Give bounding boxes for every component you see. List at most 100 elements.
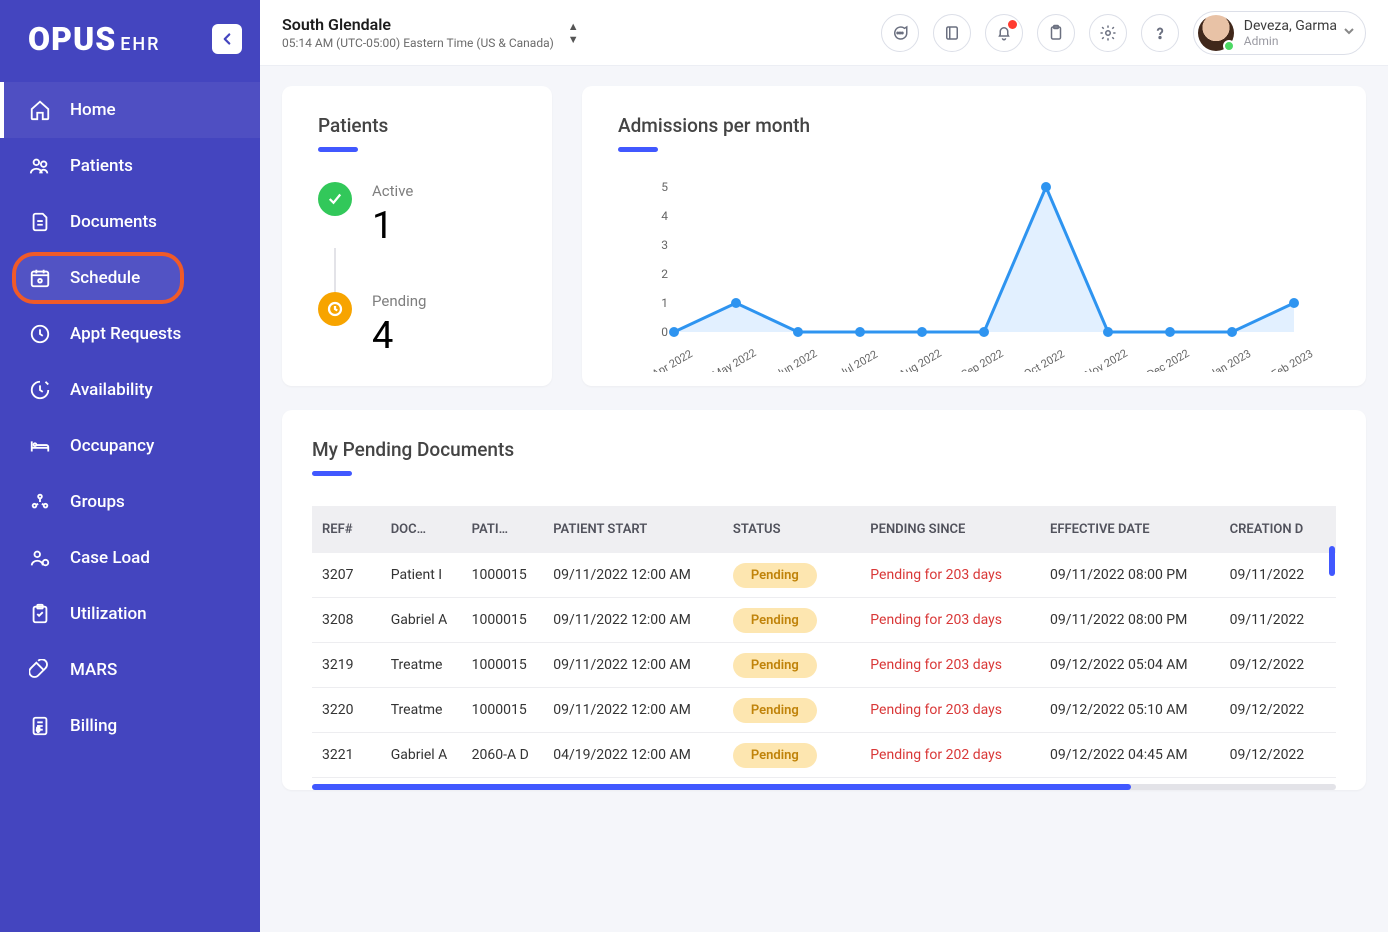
location-tz: 05:14 AM (UTC-05:00) Eastern Time (US & …: [282, 36, 554, 50]
nav-label: Occupancy: [70, 436, 154, 456]
cell-ref: 3207: [312, 553, 381, 598]
table-header[interactable]: EFFECTIVE DATE: [1040, 506, 1220, 553]
users-icon: [28, 154, 52, 178]
svg-text:3: 3: [661, 238, 668, 252]
table-row[interactable]: 3221Gabriel A2060-A D04/19/2022 12:00 AM…: [312, 733, 1336, 778]
location-name: South Glendale: [282, 15, 554, 34]
location-selector[interactable]: South Glendale 05:14 AM (UTC-05:00) East…: [282, 15, 579, 50]
cell-status: Pending: [723, 553, 860, 598]
pending-docs-table: REF#DOC…PATI…PATIENT STARTSTATUSPENDING …: [312, 506, 1336, 778]
sidebar-collapse-button[interactable]: [212, 24, 242, 54]
nav-label: Availability: [70, 380, 153, 400]
sidebar: OPUS EHR Home Patients Documents Schedul…: [0, 0, 260, 932]
profile-text: Deveza, Garma Admin: [1244, 19, 1337, 47]
cell-effective: 09/12/2022 05:04 AM: [1040, 643, 1220, 688]
table-row[interactable]: 3207Patient I100001509/11/2022 12:00 AMP…: [312, 553, 1336, 598]
table-header[interactable]: REF#: [312, 506, 381, 553]
clock-circle-icon: [318, 292, 352, 326]
table-header[interactable]: PATIENT START: [543, 506, 723, 553]
table-body: 3207Patient I100001509/11/2022 12:00 AMP…: [312, 553, 1336, 778]
nav-label: Appt Requests: [70, 324, 181, 344]
table-header[interactable]: STATUS: [723, 506, 860, 553]
cell-doc: Patient I: [381, 553, 462, 598]
svg-text:May 2022: May 2022: [710, 346, 758, 372]
svg-text:Dec 2022: Dec 2022: [1145, 347, 1192, 372]
nav-label: Patients: [70, 156, 133, 176]
table-row[interactable]: 3219Treatme100001509/11/2022 12:00 AMPen…: [312, 643, 1336, 688]
table-row[interactable]: 3220Treatme100001509/11/2022 12:00 AMPen…: [312, 688, 1336, 733]
user-role: Admin: [1244, 35, 1337, 47]
pending-stat: Pending 4: [318, 292, 516, 358]
nav: Home Patients Documents Schedule Appt Re…: [0, 72, 260, 754]
active-value: 1: [372, 204, 413, 248]
cell-doc: Treatme: [381, 688, 462, 733]
library-button[interactable]: [933, 14, 971, 52]
content: Patients Active 1 Pending 4: [260, 66, 1388, 810]
nav-availability[interactable]: Availability: [0, 362, 260, 418]
cell-effective: 09/12/2022 05:10 AM: [1040, 688, 1220, 733]
bed-icon: [28, 434, 52, 458]
gear-icon: [1099, 24, 1117, 42]
svg-text:2: 2: [661, 267, 668, 281]
tasks-button[interactable]: [1037, 14, 1075, 52]
admissions-chart: 012345Apr 2022May 2022Jun 2022Jul 2022Au…: [618, 182, 1330, 372]
book-icon: [943, 24, 961, 42]
check-circle-icon: [318, 182, 352, 216]
cell-status: Pending: [723, 598, 860, 643]
cell-start: 09/11/2022 12:00 AM: [543, 598, 723, 643]
table-header-row: REF#DOC…PATI…PATIENT STARTSTATUSPENDING …: [312, 506, 1336, 553]
nav-documents[interactable]: Documents: [0, 194, 260, 250]
horizontal-scrollbar-track[interactable]: [312, 784, 1336, 790]
nav-patients[interactable]: Patients: [0, 138, 260, 194]
chat-icon: [891, 24, 909, 42]
cell-since: Pending for 203 days: [860, 688, 1040, 733]
cell-patient: 1000015: [462, 598, 544, 643]
nav-schedule[interactable]: Schedule: [0, 250, 260, 306]
table-row[interactable]: 3208Gabriel A100001509/11/2022 12:00 AMP…: [312, 598, 1336, 643]
svg-text:Jul 2022: Jul 2022: [837, 348, 880, 372]
nav-billing[interactable]: $ Billing: [0, 698, 260, 754]
svg-text:Feb 2023: Feb 2023: [1269, 347, 1315, 372]
notifications-button[interactable]: [985, 14, 1023, 52]
table-header[interactable]: PENDING SINCE: [860, 506, 1040, 553]
home-icon: [28, 98, 52, 122]
dashboard-row: Patients Active 1 Pending 4: [282, 86, 1366, 386]
profile-menu[interactable]: Deveza, Garma Admin: [1193, 11, 1366, 55]
nav-home[interactable]: Home: [0, 82, 260, 138]
settings-button[interactable]: [1089, 14, 1127, 52]
question-icon: [1151, 24, 1169, 42]
location-text: South Glendale 05:14 AM (UTC-05:00) East…: [282, 15, 554, 50]
cell-patient: 1000015: [462, 643, 544, 688]
svg-text:1: 1: [661, 296, 668, 310]
nav-occupancy[interactable]: Occupancy: [0, 418, 260, 474]
clock-alt-icon: [28, 378, 52, 402]
cell-status: Pending: [723, 643, 860, 688]
user-list-icon: [28, 546, 52, 570]
documents-icon: [28, 210, 52, 234]
clipboard-icon: [1047, 24, 1065, 42]
user-name: Deveza, Garma: [1244, 19, 1337, 33]
logo-ehr: EHR: [120, 34, 160, 55]
horizontal-scrollbar-thumb[interactable]: [312, 784, 1131, 790]
cell-patient: 2060-A D: [462, 733, 544, 778]
vertical-scrollbar[interactable]: [1329, 546, 1335, 576]
groups-icon: [28, 490, 52, 514]
table-header[interactable]: DOC…: [381, 506, 462, 553]
status-badge: Pending: [733, 698, 817, 723]
table-header[interactable]: PATI…: [462, 506, 544, 553]
help-button[interactable]: [1141, 14, 1179, 52]
nav-appt-requests[interactable]: Appt Requests: [0, 306, 260, 362]
title-accent: [318, 147, 358, 152]
table-header[interactable]: CREATION D: [1220, 506, 1336, 553]
nav-caseload[interactable]: Case Load: [0, 530, 260, 586]
nav-mars[interactable]: MARS: [0, 642, 260, 698]
active-stat: Active 1: [318, 182, 516, 248]
nav-utilization[interactable]: Utilization: [0, 586, 260, 642]
nav-groups[interactable]: Groups: [0, 474, 260, 530]
nav-label: Utilization: [70, 604, 147, 624]
messages-button[interactable]: [881, 14, 919, 52]
pill-icon: [28, 658, 52, 682]
cell-ref: 3220: [312, 688, 381, 733]
cell-effective: 09/12/2022 04:45 AM: [1040, 733, 1220, 778]
invoice-icon: $: [28, 714, 52, 738]
